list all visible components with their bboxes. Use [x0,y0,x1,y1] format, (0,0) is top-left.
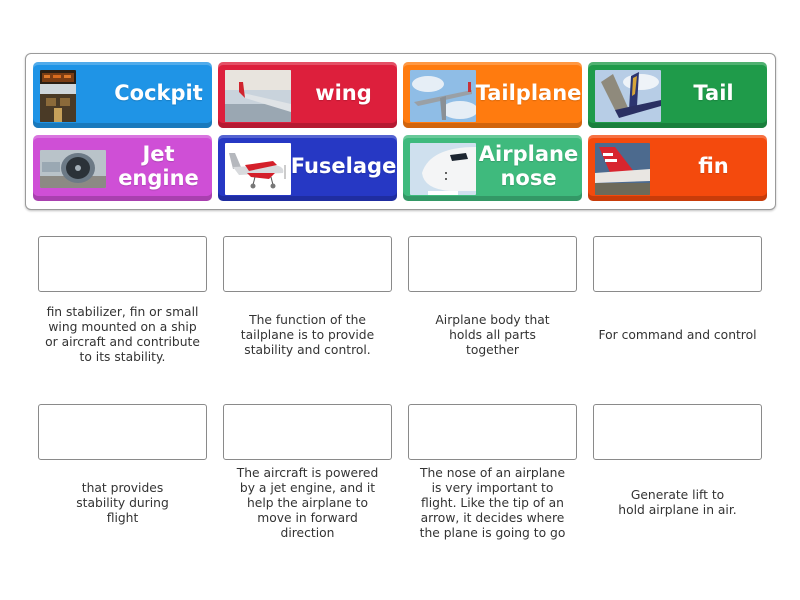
tile-cockpit[interactable]: Cockpit [33,62,212,128]
cockpit-image [40,70,76,122]
tile-airplane-nose[interactable]: Airplane nose [403,135,582,201]
tile-jet-engine[interactable]: Jet engine [33,135,212,201]
tile-label: Tailplane [475,81,582,105]
jet-engine-image [40,150,106,188]
wing-image [225,70,291,122]
drop-slot-5[interactable] [38,404,207,460]
tile-tailplane[interactable]: Tailplane [403,62,582,128]
tile-label: fin [698,154,729,178]
target-description-4: For command and control [598,327,757,342]
drop-slot-4[interactable] [593,236,762,292]
tile-label: Cockpit [114,81,203,105]
airplane-nose-image [410,143,476,195]
drop-slot-8[interactable] [593,404,762,460]
drop-slot-2[interactable] [223,236,392,292]
tile-label: Airplane nose [478,142,579,190]
target-description-3: Airplane body that holds all parts toget… [435,312,550,357]
target-description-2: The function of the tailplane is to prov… [240,312,375,357]
fin-image [595,143,650,195]
drop-slot-6[interactable] [223,404,392,460]
target-description-8: Generate lift to hold airplane in air. [618,488,737,517]
drop-slot-7[interactable] [408,404,577,460]
target-description-6: The aircraft is powered by a jet engine,… [236,465,379,540]
tile-label: Tail [693,81,734,105]
tile-label: wing [315,81,372,105]
tile-tail[interactable]: Tail [588,62,767,128]
target-description-1: fin stabilizer, fin or small wing mounte… [45,305,200,364]
tile-wing[interactable]: wing [218,62,397,128]
target-description-7: The nose of an airplane is very importan… [419,465,566,540]
fuselage-image [225,143,291,195]
tail-image [595,70,661,122]
drop-slot-3[interactable] [408,236,577,292]
tailplane-image [410,70,476,122]
drop-slot-1[interactable] [38,236,207,292]
tile-fuselage[interactable]: Fuselage [218,135,397,201]
tile-label: Jet engine [118,142,199,190]
tile-fin[interactable]: fin [588,135,767,201]
tile-label: Fuselage [290,154,397,178]
target-description-5: that provides stability during flight [76,480,169,525]
